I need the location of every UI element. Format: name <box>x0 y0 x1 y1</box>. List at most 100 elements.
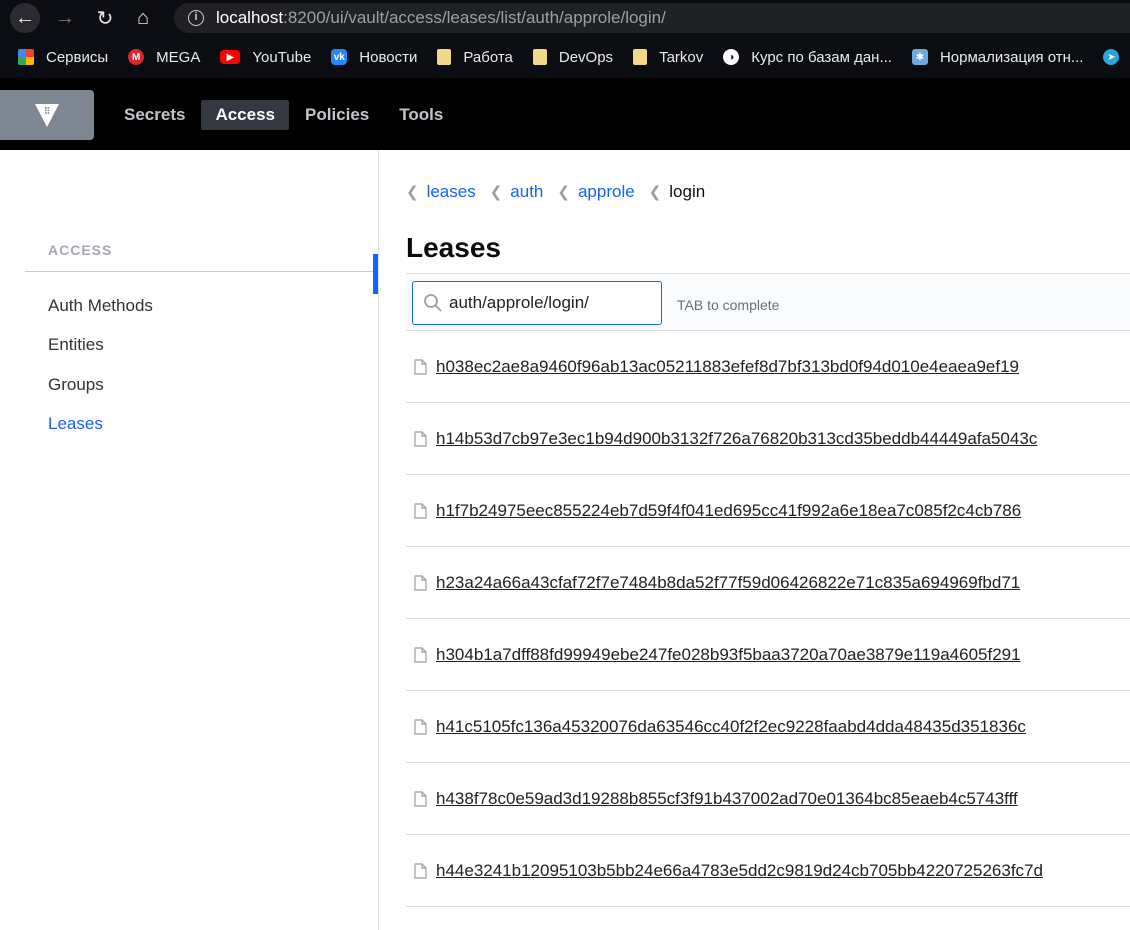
breadcrumb-login: ❮ login <box>649 182 706 202</box>
list-item[interactable]: h41c5105fc136a45320076da63546cc40f2f2ec9… <box>406 691 1130 763</box>
list-item[interactable]: h438f78c0e59ad3d19288b855cf3f91b437002ad… <box>406 763 1130 835</box>
nav-policies[interactable]: Policies <box>291 100 383 130</box>
sidebar-heading: ACCESS <box>48 242 113 258</box>
bookmark-label: Сервисы <box>46 48 109 66</box>
main-nav: Secrets Access Policies Tools <box>110 100 459 130</box>
lease-link[interactable]: h1f7b24975eec855224eb7d59f4f041ed695cc41… <box>436 501 1021 521</box>
sidebar-border <box>378 150 379 930</box>
vault-logo[interactable] <box>0 90 94 140</box>
bookmark-label: Курс по базам дан... <box>751 48 892 66</box>
home-icon[interactable]: ⌂ <box>128 3 158 33</box>
app-header: Secrets Access Policies Tools <box>0 78 1130 150</box>
bookmark-normalization[interactable]: ✱ Нормализация отн... <box>911 48 1084 66</box>
bookmark-label: Работа <box>463 48 513 66</box>
search-input[interactable] <box>449 293 649 313</box>
search-field[interactable] <box>412 281 662 325</box>
file-icon <box>414 790 427 807</box>
lease-link[interactable]: h038ec2ae8a9460f96ab13ac05211883efef8d7b… <box>436 357 1019 377</box>
bookmark-label: Нормализация отн... <box>939 48 1084 66</box>
list-item[interactable]: h44e3241b12095103b5bb24e66a4783e5dd2c981… <box>406 835 1130 907</box>
browser-toolbar: ← → ↻ ⌂ i localhost:8200/ui/vault/access… <box>0 0 1130 36</box>
url-path: :8200/ui/vault/access/leases/list/auth/a… <box>283 8 666 27</box>
breadcrumb-label: auth <box>510 182 544 201</box>
page-title: Leases <box>406 232 501 263</box>
lease-link[interactable]: h41c5105fc136a45320076da63546cc40f2f2ec9… <box>436 717 1026 737</box>
url-host: localhost <box>216 8 284 27</box>
nav-tools[interactable]: Tools <box>385 100 457 130</box>
list-item[interactable]: h304b1a7dff88fd99949ebe247fe028b93f5baa3… <box>406 619 1130 691</box>
sidebar-divider <box>25 271 378 272</box>
url-text: localhost:8200/ui/vault/access/leases/li… <box>216 8 666 28</box>
breadcrumb-leases[interactable]: ❮ leases <box>406 182 476 202</box>
sidebar-item-entities[interactable]: Entities <box>48 335 104 355</box>
chevron-left-icon: ❮ <box>489 184 503 201</box>
lease-list: h038ec2ae8a9460f96ab13ac05211883efef8d7b… <box>406 331 1130 907</box>
bookmark-devops[interactable]: DevOps <box>532 48 614 66</box>
file-icon <box>414 646 427 663</box>
file-icon <box>414 358 427 375</box>
list-toolbar: TAB to complete <box>406 274 1130 331</box>
lease-link[interactable]: h44e3241b12095103b5bb24e66a4783e5dd2c981… <box>436 861 1043 881</box>
nav-secrets[interactable]: Secrets <box>110 100 199 130</box>
file-icon <box>414 430 427 447</box>
lease-link[interactable]: h14b53d7cb97e3ec1b94d900b3132f726a76820b… <box>436 429 1037 449</box>
bookmark-tarkov[interactable]: Tarkov <box>633 49 703 66</box>
lease-link[interactable]: h304b1a7dff88fd99949ebe247fe028b93f5baa3… <box>436 645 1021 665</box>
nav-access[interactable]: Access <box>201 100 289 130</box>
telegram-icon: ➤ <box>1103 49 1120 65</box>
sidebar: ACCESS Auth Methods Entities Groups Leas… <box>0 150 378 930</box>
apps-grid-icon <box>18 49 34 65</box>
bookmark-db-course[interactable]: ◑ Курс по базам дан... <box>723 49 892 66</box>
file-icon <box>414 502 427 519</box>
back-arrow-icon[interactable]: ← <box>10 3 40 33</box>
file-icon <box>414 862 427 879</box>
bookmark-label: Новости <box>359 48 418 66</box>
bookmark-label: MEGA <box>156 48 201 66</box>
folder-icon <box>532 49 547 65</box>
chevron-left-icon: ❮ <box>557 184 570 201</box>
vk-icon: vk <box>331 49 348 65</box>
chevron-left-icon: ❮ <box>648 184 662 201</box>
bookmark-youtube[interactable]: ▶ YouTube <box>220 49 311 66</box>
lease-link[interactable]: h438f78c0e59ad3d19288b855cf3f91b437002ad… <box>436 789 1018 809</box>
bookmark-telegram[interactable]: ➤ <box>1103 49 1130 65</box>
list-item[interactable]: h14b53d7cb97e3ec1b94d900b3132f726a76820b… <box>406 403 1130 475</box>
sidebar-active-indicator <box>373 254 378 294</box>
sidebar-item-auth-methods[interactable]: Auth Methods <box>48 296 153 316</box>
page-icon: ✱ <box>911 49 928 65</box>
bookmark-work[interactable]: Работа <box>437 49 513 66</box>
bookmark-label: YouTube <box>252 48 312 66</box>
bookmark-label: DevOps <box>558 48 614 66</box>
breadcrumb-label: leases <box>426 182 476 201</box>
youtube-icon: ▶ <box>220 50 241 64</box>
bookmark-news[interactable]: vk Новости <box>331 49 417 66</box>
forward-arrow-icon[interactable]: → <box>50 3 80 33</box>
sidebar-item-leases[interactable]: Leases <box>48 414 103 434</box>
sidebar-item-groups[interactable]: Groups <box>48 375 104 395</box>
reload-icon[interactable]: ↻ <box>90 3 120 33</box>
tab-complete-hint: TAB to complete <box>677 297 780 313</box>
breadcrumb-approle[interactable]: ❮ approle <box>557 182 634 202</box>
info-icon[interactable]: i <box>188 10 204 26</box>
search-icon <box>424 294 442 312</box>
list-item[interactable]: h038ec2ae8a9460f96ab13ac05211883efef8d7b… <box>406 331 1130 403</box>
address-bar[interactable]: i localhost:8200/ui/vault/access/leases/… <box>174 3 1130 33</box>
list-item[interactable]: h1f7b24975eec855224eb7d59f4f041ed695cc41… <box>406 475 1130 547</box>
mega-icon: M <box>128 49 145 65</box>
bookmark-services[interactable]: Сервисы <box>18 49 108 66</box>
lease-link[interactable]: h23a24a66a43cfaf72f7e7484b8da52f77f59d06… <box>436 573 1020 593</box>
bookmark-mega[interactable]: M MEGA <box>128 49 200 66</box>
bookmarks-bar: Сервисы M MEGA ▶ YouTube vk Новости Работа … <box>0 36 1130 78</box>
breadcrumb-auth[interactable]: ❮ auth <box>490 182 544 202</box>
file-icon <box>414 718 427 735</box>
breadcrumb-label: approle <box>577 182 635 201</box>
breadcrumb-label: login <box>669 182 706 201</box>
vault-triangle-icon <box>35 104 59 127</box>
file-icon <box>414 574 427 591</box>
folder-icon <box>437 49 452 65</box>
list-item[interactable]: h23a24a66a43cfaf72f7e7484b8da52f77f59d06… <box>406 547 1130 619</box>
bookmark-label: Tarkov <box>659 48 704 66</box>
folder-icon <box>633 49 648 65</box>
breadcrumb: ❮ leases ❮ auth ❮ approle ❮ login <box>406 182 719 202</box>
globe-icon: ◑ <box>723 49 740 65</box>
